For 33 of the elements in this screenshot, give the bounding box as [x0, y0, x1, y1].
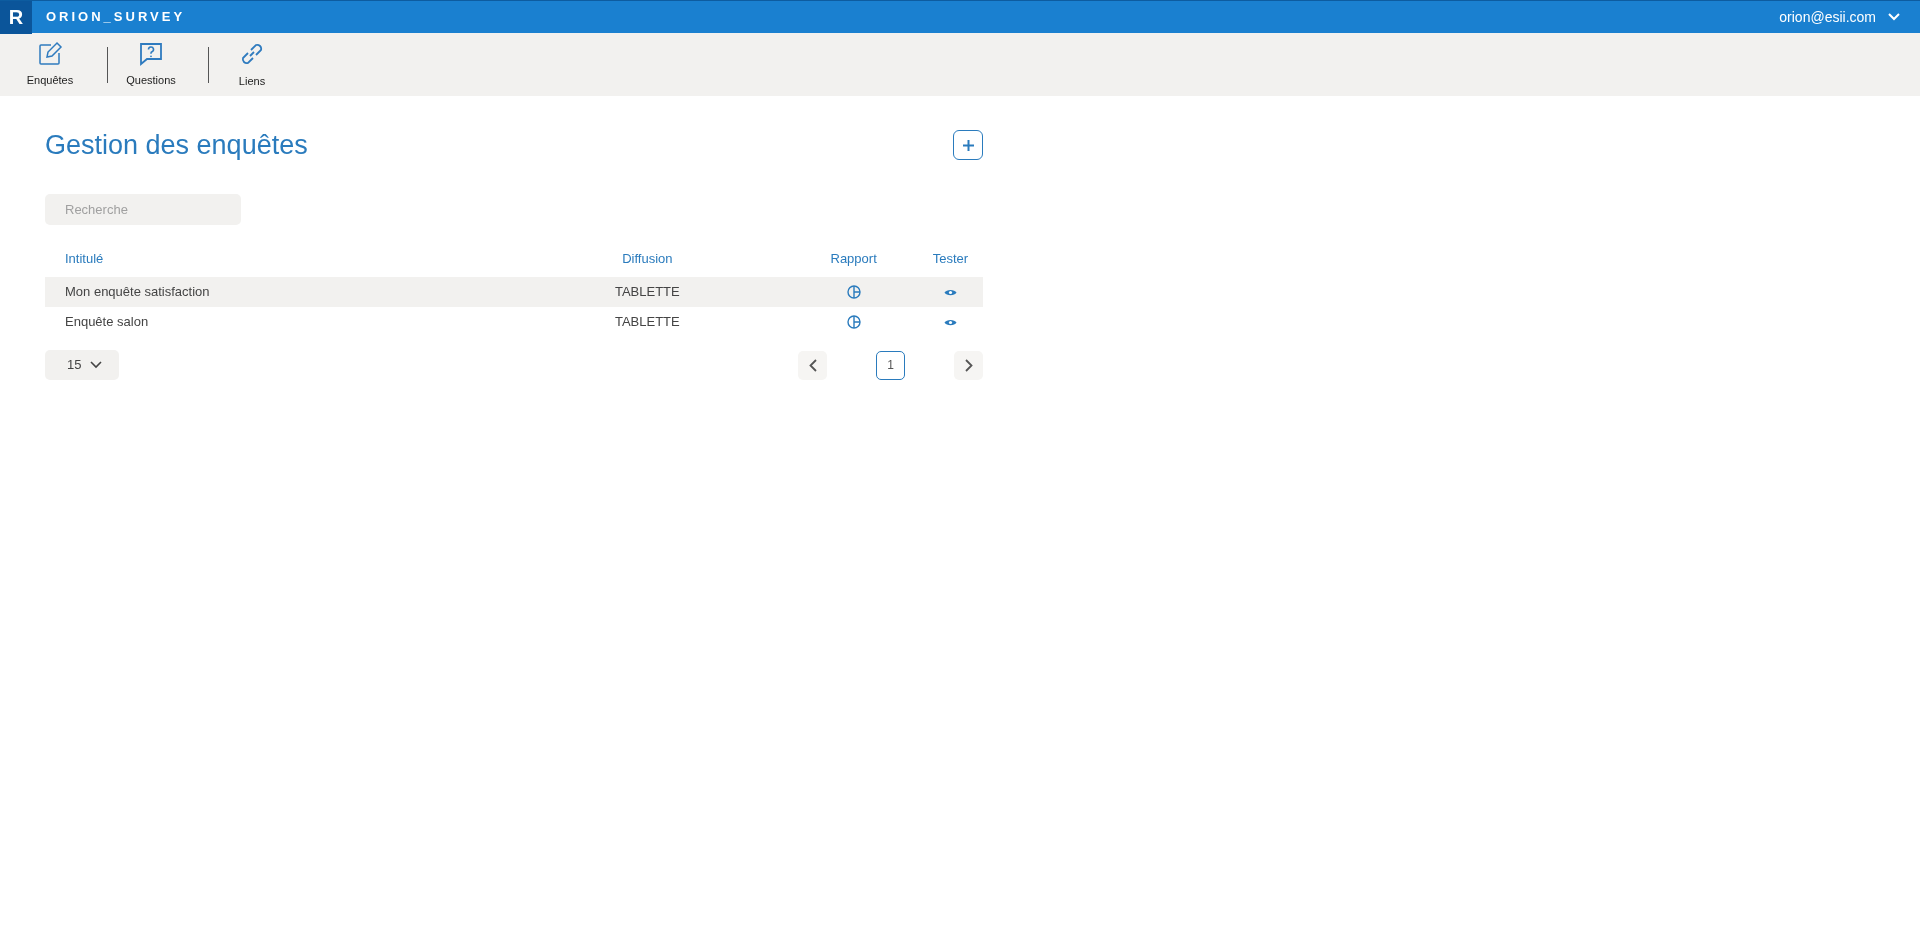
user-menu[interactable]: orion@esii.com: [1779, 6, 1900, 28]
page-title: Gestion des enquêtes: [45, 128, 308, 162]
table-row[interactable]: Mon enquête satisfaction TABLETTE: [45, 277, 983, 307]
column-header[interactable]: Diffusion: [578, 249, 717, 269]
brand-name: ORION_SURVEY: [46, 8, 186, 27]
eye-icon[interactable]: [943, 287, 957, 297]
page-number-button[interactable]: 1: [876, 350, 905, 380]
chevron-right-icon: [964, 358, 973, 372]
pie-chart-icon[interactable]: [846, 285, 861, 299]
toolbar-button[interactable]: Questions: [108, 40, 194, 89]
column-header[interactable]: Rapport: [794, 249, 913, 269]
pie-chart-icon[interactable]: [846, 315, 861, 329]
column-header[interactable]: Tester: [917, 249, 983, 269]
logo: R: [0, 0, 32, 34]
page-size-select[interactable]: 15: [45, 350, 119, 380]
table-cell-text: Mon enquête satisfaction: [64, 283, 211, 302]
chevron-down-icon: [1888, 13, 1900, 21]
search-field[interactable]: Recherche: [45, 194, 241, 225]
table-cell-text: TABLETTE: [613, 283, 681, 302]
plus-icon: [962, 139, 974, 151]
chevron-left-icon: [808, 358, 817, 372]
next-page-button[interactable]: [954, 350, 983, 380]
toolbar-button[interactable]: Liens: [209, 39, 295, 90]
chevron-down-icon: [90, 361, 103, 369]
previous-page-button[interactable]: [798, 350, 827, 380]
toolbar-button[interactable]: Enquêtes: [7, 40, 93, 89]
add-button[interactable]: [953, 130, 983, 160]
edit-icon: [37, 40, 63, 67]
table-cell-text: TABLETTE: [613, 313, 681, 332]
table-cell-text: Enquête salon: [64, 313, 150, 332]
question-bubble-icon: [138, 40, 164, 67]
eye-icon[interactable]: [943, 317, 957, 327]
column-header[interactable]: Intitulé: [45, 249, 579, 269]
